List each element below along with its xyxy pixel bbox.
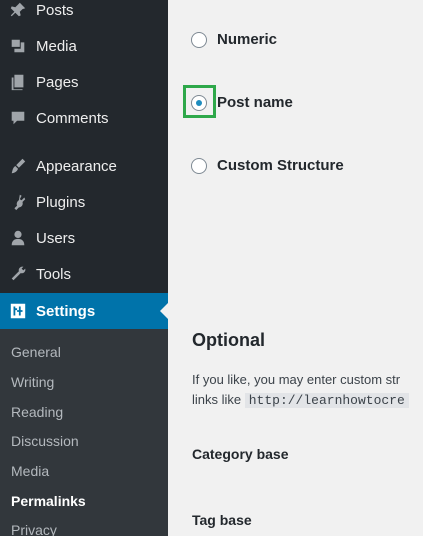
links-like-text: links like xyxy=(192,392,242,407)
menu-label-posts: Posts xyxy=(36,1,74,19)
menu-label-plugins: Plugins xyxy=(36,193,86,211)
settings-submenu: General Writing Reading Discussion Media… xyxy=(0,329,168,536)
menu-item-appearance[interactable]: Appearance xyxy=(0,148,168,184)
submenu-item-general[interactable]: General xyxy=(11,344,61,360)
menu-item-media[interactable]: Media xyxy=(0,28,168,64)
active-notch xyxy=(160,303,168,319)
radio-custom-structure[interactable] xyxy=(191,157,207,174)
optional-description: If you like, you may enter custom str li… xyxy=(192,370,409,411)
label-custom-structure: Custom Structure xyxy=(217,157,344,174)
menu-item-users[interactable]: Users xyxy=(0,220,168,256)
tag-base-label: Tag base xyxy=(192,512,252,528)
label-post-name: Post name xyxy=(217,94,293,111)
admin-sidebar: Posts Media Pages Comments Appearance Pl… xyxy=(0,0,168,536)
menu-item-settings[interactable]: Settings xyxy=(0,293,168,329)
menu-item-tools[interactable]: Tools xyxy=(0,256,168,292)
pages-icon xyxy=(0,73,36,91)
submenu-item-permalinks[interactable]: Permalinks xyxy=(11,493,86,509)
paintbrush-icon xyxy=(0,157,36,175)
category-base-label: Category base xyxy=(192,446,289,462)
focus-highlight-box xyxy=(183,85,216,118)
pin-icon xyxy=(0,1,36,19)
wrench-icon xyxy=(0,265,36,283)
menu-label-comments: Comments xyxy=(36,109,109,127)
example-url-code: http://learnhowtocre xyxy=(244,393,409,408)
permalink-settings-content: Numeric Post name Custom Structure Optio… xyxy=(168,0,423,536)
menu-label-settings: Settings xyxy=(36,302,96,320)
example-line: links like http://learnhowtocre xyxy=(192,390,409,411)
submenu-item-media[interactable]: Media xyxy=(11,463,49,479)
menu-item-posts[interactable]: Posts xyxy=(0,0,168,28)
optional-text: If you like, you may enter custom str xyxy=(192,372,401,387)
menu-label-users: Users xyxy=(36,229,76,247)
menu-label-tools: Tools xyxy=(36,265,72,283)
submenu-item-privacy[interactable]: Privacy xyxy=(11,522,57,536)
option-numeric[interactable]: Numeric xyxy=(191,31,277,48)
user-icon xyxy=(0,229,36,247)
menu-item-comments[interactable]: Comments xyxy=(0,100,168,136)
submenu-item-discussion[interactable]: Discussion xyxy=(11,433,79,449)
menu-label-media: Media xyxy=(36,37,77,55)
menu-item-pages[interactable]: Pages xyxy=(0,64,168,100)
submenu-item-reading[interactable]: Reading xyxy=(11,404,63,420)
plugin-icon xyxy=(0,193,36,211)
menu-label-appearance: Appearance xyxy=(36,157,117,175)
radio-numeric[interactable] xyxy=(191,31,207,48)
optional-heading: Optional xyxy=(192,330,265,350)
menu-label-pages: Pages xyxy=(36,73,79,91)
settings-icon xyxy=(0,302,36,320)
media-icon xyxy=(0,37,36,55)
comment-icon xyxy=(0,109,36,127)
submenu-item-writing[interactable]: Writing xyxy=(11,374,54,390)
menu-item-plugins[interactable]: Plugins xyxy=(0,184,168,220)
label-numeric: Numeric xyxy=(217,31,278,48)
option-custom-structure[interactable]: Custom Structure xyxy=(191,157,344,174)
